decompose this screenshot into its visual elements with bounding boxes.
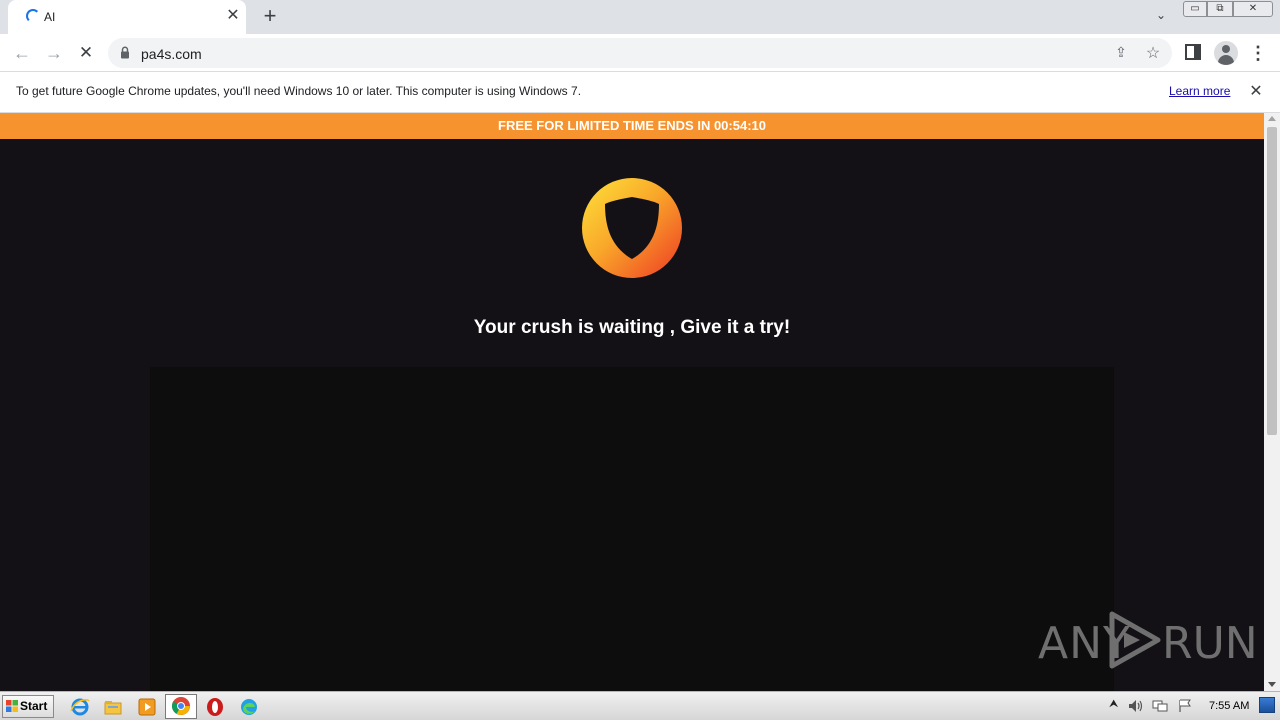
lock-icon[interactable] xyxy=(120,46,130,59)
profile-avatar-icon[interactable] xyxy=(1214,41,1238,65)
learn-more-link[interactable]: Learn more xyxy=(1169,84,1230,98)
tab-search-chevron-icon[interactable]: ⌄ xyxy=(1152,8,1170,26)
show-desktop-button[interactable] xyxy=(1259,697,1275,713)
watermark-text-right: RUN xyxy=(1162,618,1258,669)
url-text[interactable]: pa4s.com xyxy=(141,46,202,62)
chrome-icon xyxy=(171,697,190,715)
back-button[interactable]: ← xyxy=(10,41,34,65)
start-label: Start xyxy=(20,699,48,713)
media-player-icon[interactable] xyxy=(136,696,158,718)
browser-toolbar: ← → ✕ pa4s.com ⇪ ☆ ⋮ xyxy=(0,34,1280,72)
shield-logo-icon xyxy=(582,178,682,278)
page-scrollbar[interactable] xyxy=(1264,113,1280,691)
play-icon xyxy=(1109,611,1161,669)
file-explorer-icon[interactable] xyxy=(102,696,124,718)
scroll-down-arrow-icon[interactable] xyxy=(1268,682,1276,687)
loading-spinner-icon xyxy=(26,9,40,23)
side-panel-icon[interactable] xyxy=(1185,44,1201,60)
window-restore-button[interactable]: ⧉ xyxy=(1207,1,1233,17)
chrome-menu-icon[interactable]: ⋮ xyxy=(1248,42,1268,64)
infobar-message: To get future Google Chrome updates, you… xyxy=(16,84,582,98)
page-headline: Your crush is waiting , Give it a try! xyxy=(473,317,791,338)
windows-taskbar: Start ⮝ 7:55 AM xyxy=(0,691,1280,720)
stop-loading-button[interactable]: ✕ xyxy=(74,41,98,65)
promo-countdown-bar: FREE FOR LIMITED TIME ENDS IN 00:54:10 xyxy=(0,113,1264,139)
windows-flag-icon xyxy=(6,700,18,712)
window-minimize-button[interactable]: ▭ xyxy=(1183,1,1207,17)
scrollbar-thumb[interactable] xyxy=(1267,127,1277,435)
tab-strip: AI ✕ + ⌄ ▭ ⧉ ✕ xyxy=(0,0,1280,34)
tray-expand-icon[interactable]: ⮝ xyxy=(1109,698,1118,711)
share-icon[interactable]: ⇪ xyxy=(1112,44,1130,62)
anyrun-watermark: ANY RUN xyxy=(1038,610,1258,672)
chrome-taskbar-button[interactable] xyxy=(165,694,197,719)
tab-title: AI xyxy=(44,10,56,24)
infobar-close-icon[interactable]: ✕ xyxy=(1246,82,1266,102)
bookmark-star-icon[interactable]: ☆ xyxy=(1144,43,1162,62)
content-panel xyxy=(150,367,1114,691)
forward-button[interactable]: → xyxy=(42,41,66,65)
network-icon[interactable] xyxy=(1152,699,1168,713)
update-infobar: To get future Google Chrome updates, you… xyxy=(0,72,1280,113)
volume-icon[interactable] xyxy=(1128,699,1144,713)
internet-explorer-icon[interactable] xyxy=(69,696,91,718)
tab-close-icon[interactable]: ✕ xyxy=(224,7,242,25)
scroll-up-arrow-icon[interactable] xyxy=(1268,116,1276,121)
system-clock[interactable]: 7:55 AM xyxy=(1209,700,1249,712)
start-button[interactable]: Start xyxy=(2,695,54,718)
browser-tab[interactable]: AI ✕ xyxy=(8,0,246,34)
action-center-flag-icon[interactable] xyxy=(1177,699,1193,713)
opera-icon[interactable] xyxy=(204,696,226,718)
window-close-button[interactable]: ✕ xyxy=(1233,1,1273,17)
web-page: FREE FOR LIMITED TIME ENDS IN 00:54:10 Y… xyxy=(0,113,1264,691)
edge-icon[interactable] xyxy=(238,696,260,718)
address-bar[interactable]: pa4s.com ⇪ ☆ xyxy=(108,38,1172,68)
new-tab-button[interactable]: + xyxy=(258,5,282,29)
